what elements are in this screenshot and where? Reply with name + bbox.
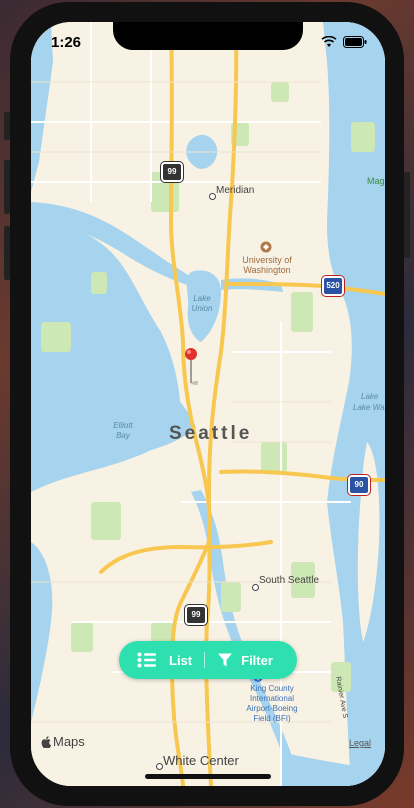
route-shield-sr520: 520 (322, 276, 344, 296)
power-button (404, 172, 410, 258)
list-icon (137, 652, 156, 668)
label-lake: Lake (361, 392, 379, 401)
filter-icon (218, 653, 233, 667)
battery-icon (343, 36, 367, 48)
toolbar-divider (204, 652, 206, 668)
maps-label: Maps (53, 734, 85, 749)
meridian-dot (209, 193, 216, 200)
label-king-county-airport: King County International Airport-Boeing… (246, 684, 298, 723)
device-notch (113, 22, 303, 50)
label-magnolia-partial: Mag (367, 176, 385, 186)
filter-button[interactable]: Filter (217, 641, 273, 679)
map-pin-icon[interactable] (184, 347, 198, 387)
route-shield-sr99: 99 (161, 162, 183, 182)
home-indicator[interactable] (145, 774, 271, 779)
map-screen: 1:26 99 520 90 99 Meridian Mag Universit… (31, 22, 385, 786)
label-elliott-bay: Elliott Bay (113, 421, 133, 440)
list-button-label: List (169, 652, 193, 668)
label-lake-washington: Lake Washin (353, 403, 385, 412)
list-button[interactable]: List (119, 641, 192, 679)
south-seattle-dot (252, 584, 259, 591)
label-seattle: Seattle (169, 423, 253, 444)
university-icon (260, 241, 272, 253)
label-lake-union: Lake Union (191, 294, 213, 313)
apple-logo-icon (41, 735, 51, 748)
filter-button-label: Filter (241, 652, 273, 668)
maps-attribution: Maps (41, 734, 85, 749)
route-shield-i90: 90 (348, 475, 370, 495)
status-icons (321, 36, 367, 48)
label-south-seattle: South Seattle (259, 575, 320, 586)
label-white-center: White Center (163, 753, 239, 768)
label-university-of-washington: University of Washington (242, 255, 292, 275)
label-meridian: Meridian (216, 185, 255, 196)
white-center-dot (156, 763, 163, 770)
route-shield-sr99-south: 99 (185, 605, 207, 625)
legal-link[interactable]: Legal (349, 738, 371, 748)
list-filter-toolbar: List Filter (119, 641, 297, 679)
status-time: 1:26 (51, 34, 82, 51)
wifi-icon (321, 36, 337, 47)
